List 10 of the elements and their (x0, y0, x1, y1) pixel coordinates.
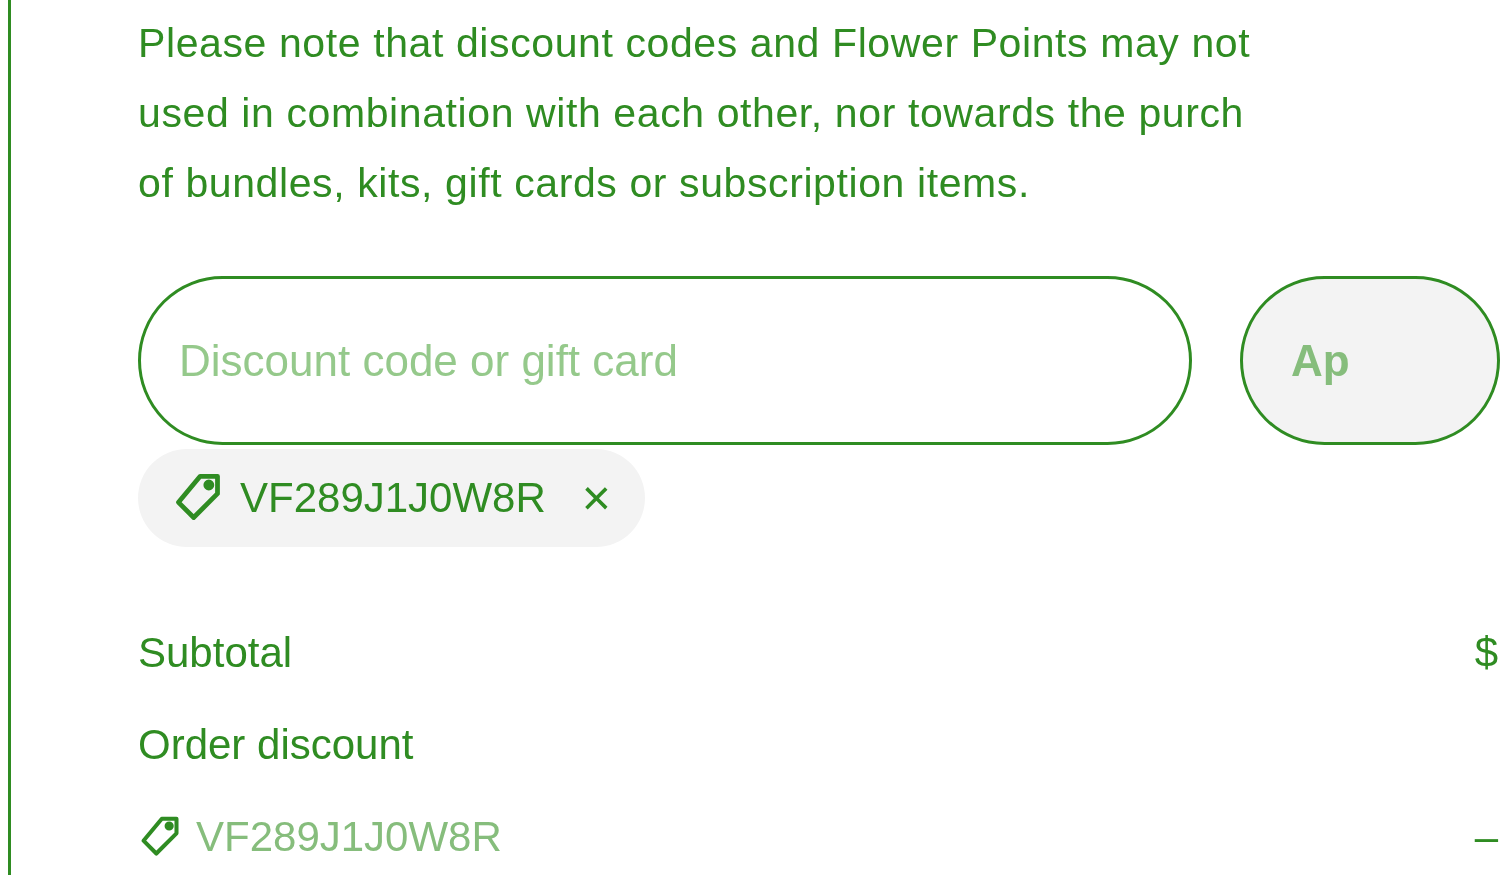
remove-button[interactable]: × (561, 469, 611, 527)
discount-code: VF289J1J0W8R (240, 474, 546, 522)
discount-amount: – (1474, 812, 1498, 862)
summary-value: $ (1474, 628, 1498, 678)
tag-icon (138, 815, 182, 859)
notice-text: Please note that discount codes and Flower Points may not used in combination with each other, nor towards the purch of bundles, kits, gift cards or subscription items. (138, 19, 1252, 208)
discount-code-field[interactable]: Discount code or gift card (138, 276, 1192, 445)
discount-code: VF289J1J0W8R (196, 812, 502, 862)
summary-label: Subtotal (138, 628, 293, 678)
summary-label: Order discount (138, 720, 414, 770)
